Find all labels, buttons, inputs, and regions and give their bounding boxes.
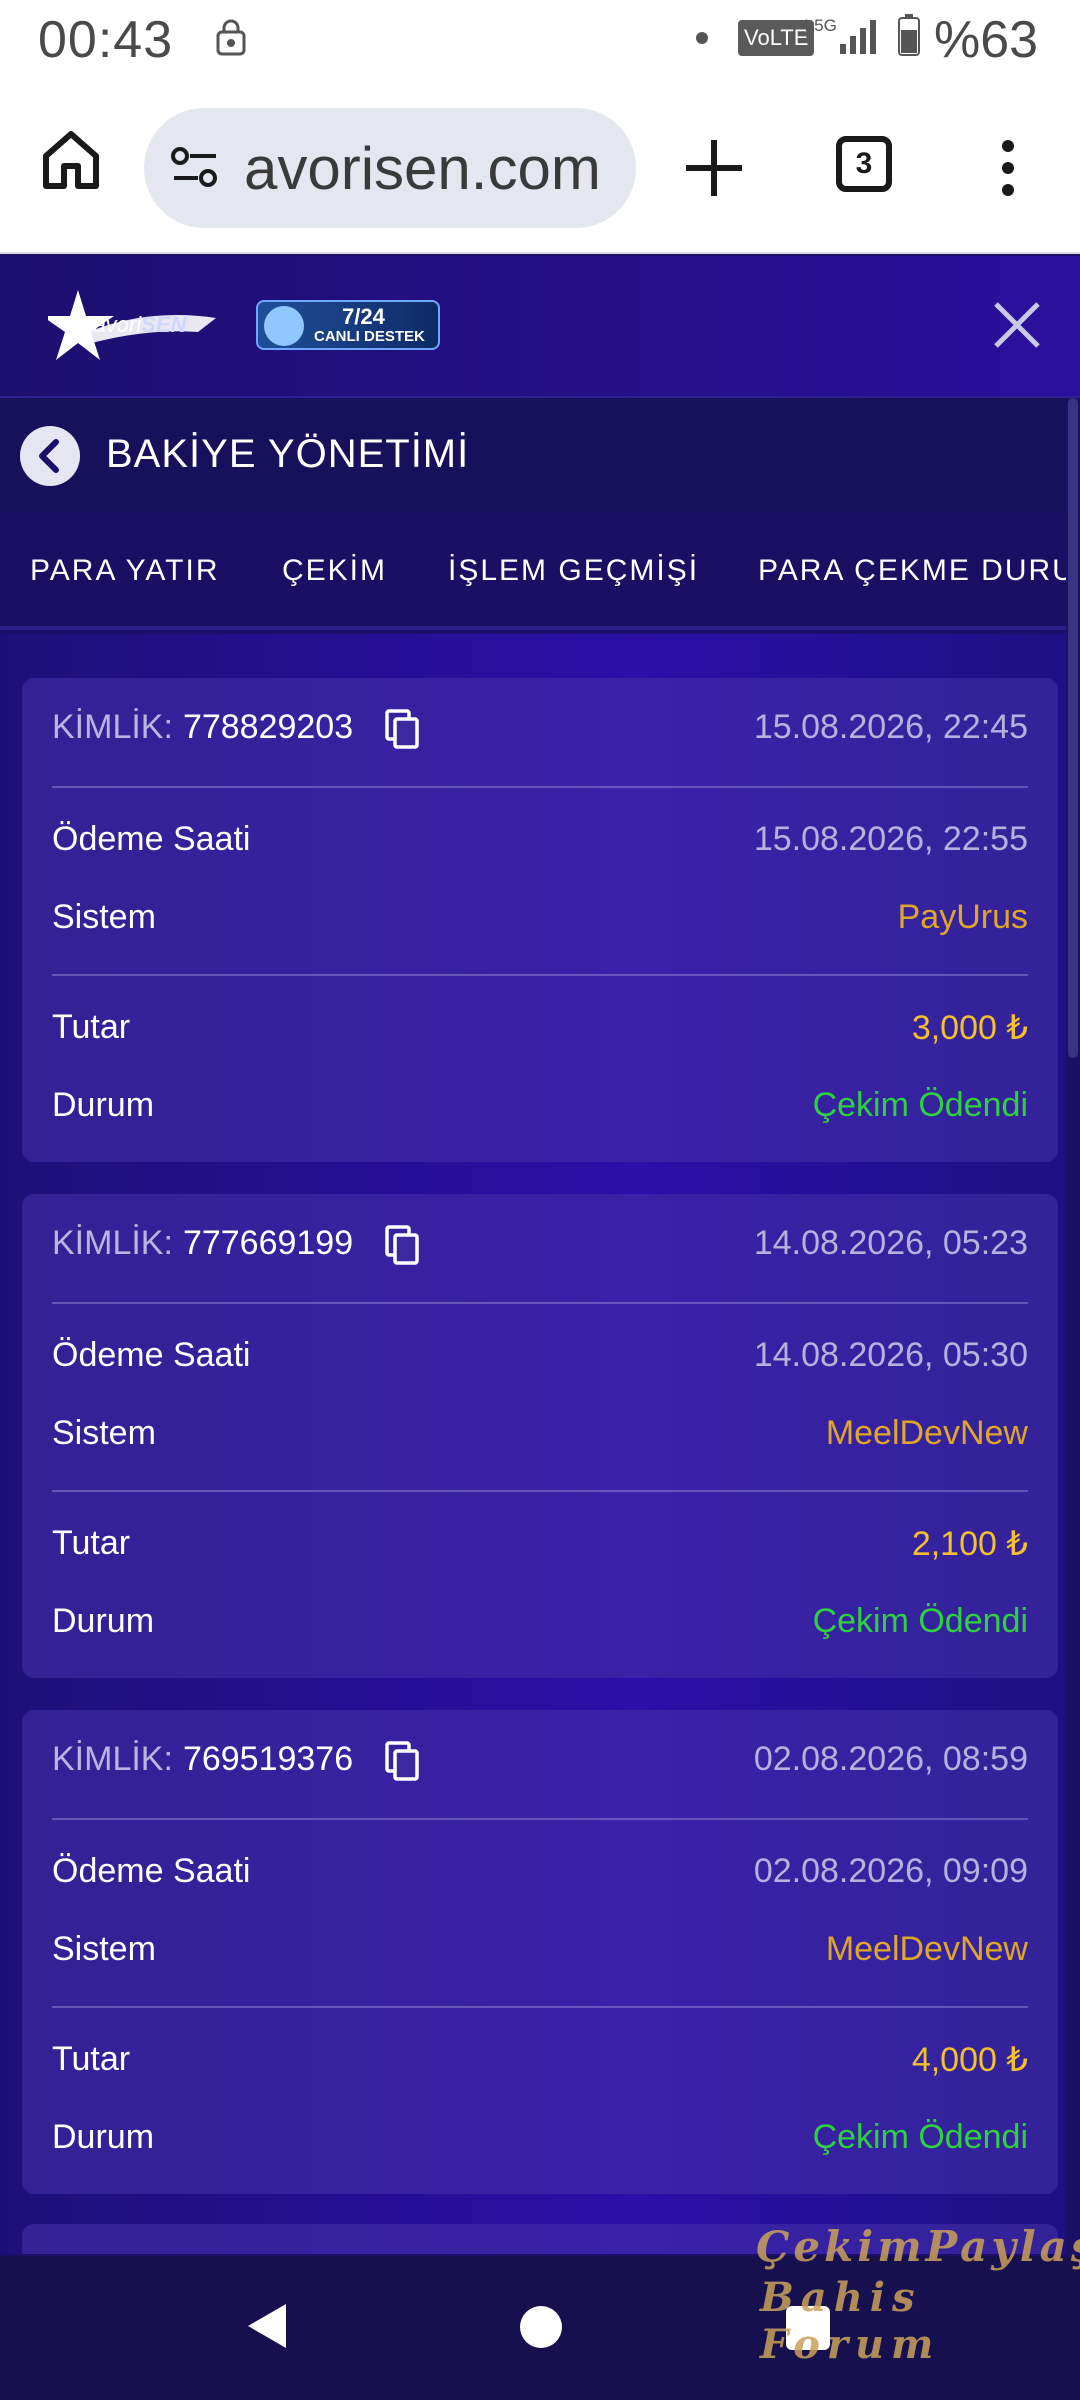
site-settings-icon[interactable]	[170, 146, 220, 190]
system-row: Sistem MeelDevNew	[52, 1930, 1028, 1969]
payment-time-value: 02.08.2026, 09:09	[753, 1852, 1028, 1890]
id-value: 778829203	[182, 708, 354, 746]
divider	[52, 786, 1028, 788]
amount-value: 3,000 ₺	[911, 1009, 1028, 1047]
system-value: PayUrus	[897, 898, 1028, 936]
battery-icon	[898, 14, 920, 56]
payment-time-label: Ödeme Saati	[52, 820, 251, 858]
support-agent-icon	[264, 306, 304, 346]
network-type: 4.5G	[800, 16, 837, 35]
chevron-left-icon	[39, 439, 59, 473]
amount-row: Tutar 3,000 ₺	[52, 1008, 1028, 1047]
system-label: Sistem	[52, 898, 156, 936]
status-bar: 00:43 VoLTE 4.5G %63	[0, 0, 1080, 80]
divider	[52, 1490, 1028, 1492]
tab-history[interactable]: İŞLEM GEÇMİŞİ	[448, 512, 699, 626]
watermark-line1: ÇekimPaylaş	[756, 2222, 1080, 2271]
status-value: Çekim Ödendi	[812, 1602, 1028, 1640]
support-hours: 7/24	[342, 304, 385, 329]
status-row: Durum Çekim Ödendi	[52, 1086, 1028, 1125]
notification-dot-icon	[696, 32, 708, 44]
divider	[52, 1302, 1028, 1304]
watermark-line2: Bahis Forum	[760, 2274, 941, 2368]
status-label: Durum	[52, 1602, 155, 1640]
amount-label: Tutar	[52, 1524, 131, 1562]
id-label: KİMLİK:	[52, 1224, 173, 1262]
divider	[52, 2006, 1028, 2008]
page-title: BAKİYE YÖNETİMİ	[106, 432, 470, 476]
copy-icon[interactable]	[384, 1741, 421, 1781]
withdrawal-card: KİMLİK: 778829203 15.08.2026, 22:45 Ödeme…	[22, 678, 1058, 1162]
amount-label: Tutar	[52, 1008, 131, 1046]
tab-strip: PARA YATIR ÇEKİM İŞLEM GEÇMİŞİ PARA ÇEKM…	[0, 512, 1080, 630]
id-value: 777669199	[182, 1224, 354, 1262]
logo-text: FavoriSEN	[80, 312, 187, 337]
payment-time-row: Ödeme Saati 15.08.2026, 22:55	[52, 820, 1028, 859]
site-header: FavoriSEN 7/24 CANLI DESTEK	[0, 256, 1080, 398]
home-icon[interactable]	[38, 126, 104, 192]
tab-deposit[interactable]: PARA YATIR	[30, 512, 220, 626]
system-value: MeelDevNew	[825, 1414, 1028, 1452]
close-icon[interactable]	[990, 298, 1044, 352]
amount-value: 2,100 ₺	[911, 1525, 1028, 1563]
address-bar[interactable]: avorisen.com	[144, 108, 636, 228]
amount-value: 4,000 ₺	[911, 2041, 1028, 2079]
id-value: 769519376	[182, 1740, 354, 1778]
card-id-row: KİMLİK: 769519376 02.08.2026, 08:59	[52, 1740, 1028, 1790]
nav-home-icon[interactable]	[520, 2306, 562, 2348]
scrollbar[interactable]	[1066, 398, 1080, 2258]
amount-row: Tutar 4,000 ₺	[52, 2040, 1028, 2079]
status-label: Durum	[52, 1086, 155, 1124]
status-row: Durum Çekim Ödendi	[52, 2118, 1028, 2157]
id-label: KİMLİK:	[52, 1740, 173, 1778]
withdrawal-card: KİMLİK: 777669199 14.08.2026, 05:23 Ödeme…	[22, 1194, 1058, 1678]
status-row: Durum Çekim Ödendi	[52, 1602, 1028, 1641]
lock-icon	[216, 19, 246, 56]
system-label: Sistem	[52, 1930, 156, 1968]
status-label: Durum	[52, 2118, 155, 2156]
scroll-thumb[interactable]	[1068, 398, 1078, 1058]
payment-time-value: 14.08.2026, 05:30	[753, 1336, 1028, 1374]
payment-time-value: 15.08.2026, 22:55	[753, 820, 1028, 858]
withdrawal-list: KİMLİK: 778829203 15.08.2026, 22:45 Ödeme…	[0, 634, 1066, 2254]
tab-withdraw-status[interactable]: PARA ÇEKME DURUMU	[758, 512, 1080, 626]
url-text: avorisen.com	[244, 135, 601, 202]
status-value: Çekim Ödendi	[812, 1086, 1028, 1124]
id-label: KİMLİK:	[52, 708, 173, 746]
system-value: MeelDevNew	[825, 1930, 1028, 1968]
back-button[interactable]	[20, 426, 80, 486]
request-date: 15.08.2026, 22:45	[753, 708, 1028, 746]
tab-withdraw[interactable]: ÇEKİM	[282, 512, 387, 626]
divider	[52, 974, 1028, 976]
system-row: Sistem MeelDevNew	[52, 1414, 1028, 1453]
more-menu-icon[interactable]	[990, 138, 1026, 198]
nav-back-icon[interactable]	[244, 2300, 290, 2352]
page-title-bar: BAKİYE YÖNETİMİ	[0, 398, 1066, 512]
divider	[52, 1818, 1028, 1820]
copy-icon[interactable]	[384, 1225, 421, 1265]
system-label: Sistem	[52, 1414, 156, 1452]
payment-time-row: Ödeme Saati 02.08.2026, 09:09	[52, 1852, 1028, 1891]
payment-time-row: Ödeme Saati 14.08.2026, 05:30	[52, 1336, 1028, 1375]
live-support-badge[interactable]: 7/24 CANLI DESTEK	[256, 300, 440, 350]
payment-time-label: Ödeme Saati	[52, 1852, 251, 1890]
card-id-row: KİMLİK: 778829203 15.08.2026, 22:45	[52, 708, 1028, 758]
battery-percent: %63	[934, 11, 1039, 69]
signal-icon	[840, 20, 876, 54]
browser-toolbar: avorisen.com 3	[0, 80, 1080, 254]
request-date: 02.08.2026, 08:59	[753, 1740, 1028, 1778]
system-row: Sistem PayUrus	[52, 898, 1028, 937]
tab-switcher-button[interactable]: 3	[836, 136, 892, 192]
amount-row: Tutar 2,100 ₺	[52, 1524, 1028, 1563]
copy-icon[interactable]	[384, 709, 421, 749]
status-value: Çekim Ödendi	[812, 2118, 1028, 2156]
card-id-row: KİMLİK: 777669199 14.08.2026, 05:23	[52, 1224, 1028, 1274]
support-label: CANLI DESTEK	[314, 328, 425, 345]
new-tab-icon[interactable]	[680, 134, 748, 202]
status-time: 00:43	[38, 11, 174, 69]
amount-label: Tutar	[52, 2040, 131, 2078]
payment-time-label: Ödeme Saati	[52, 1336, 251, 1374]
withdrawal-card: KİMLİK: 769519376 02.08.2026, 08:59 Ödeme…	[22, 1710, 1058, 2194]
request-date: 14.08.2026, 05:23	[753, 1224, 1028, 1262]
